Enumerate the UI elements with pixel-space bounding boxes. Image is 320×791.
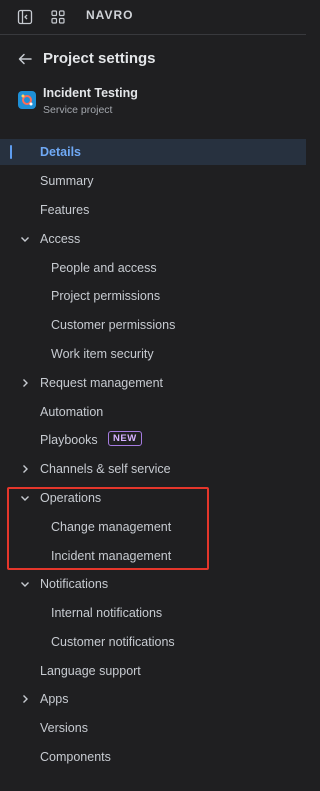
chevron-down-icon[interactable] <box>19 233 31 245</box>
nav-label: Language support <box>40 664 141 678</box>
sidebar-toggle-icon[interactable] <box>17 9 33 25</box>
nav-item-customer-notifications[interactable]: Customer notifications <box>0 629 306 655</box>
nav-item-internal-notifications[interactable]: Internal notifications <box>0 600 306 626</box>
nav-item-playbooks[interactable]: Playbooks NEW <box>0 427 306 453</box>
nav-label: Playbooks <box>40 433 98 447</box>
chevron-right-icon[interactable] <box>19 693 31 705</box>
nav-label: Automation <box>40 405 104 419</box>
project-header: Incident Testing Service project <box>0 84 306 118</box>
nav-item-features[interactable]: Features <box>0 197 306 223</box>
top-navigation-bar: NAVRO <box>0 0 306 35</box>
nav-item-customer-permissions[interactable]: Customer permissions <box>0 312 306 338</box>
nav-item-access[interactable]: Access <box>0 226 306 252</box>
settings-header: Project settings <box>0 48 306 70</box>
arrow-left-icon[interactable] <box>17 51 33 72</box>
nav-label: Versions <box>40 721 88 735</box>
page-title: Project settings <box>43 50 156 67</box>
chevron-down-icon[interactable] <box>19 578 31 590</box>
nav-item-versions[interactable]: Versions <box>0 715 306 741</box>
nav-label: People and access <box>51 261 157 275</box>
nav-item-request-management[interactable]: Request management <box>0 370 306 396</box>
nav-item-automation[interactable]: Automation <box>0 399 306 425</box>
chevron-right-icon[interactable] <box>19 463 31 475</box>
nav-item-work-item-security[interactable]: Work item security <box>0 341 306 367</box>
product-logo[interactable]: NAVRO <box>86 8 133 22</box>
nav-label: Apps <box>40 692 69 706</box>
nav-item-apps[interactable]: Apps <box>0 686 306 712</box>
nav-label: Request management <box>40 376 163 390</box>
new-badge: NEW <box>108 431 142 446</box>
nav-label: Channels & self service <box>40 462 171 476</box>
project-avatar <box>18 91 36 109</box>
nav-label: Project permissions <box>51 289 161 303</box>
nav-item-details[interactable]: Details <box>0 139 306 165</box>
app-switcher-icon[interactable] <box>50 9 66 25</box>
nav-label: Components <box>40 750 111 764</box>
nav-item-components[interactable]: Components <box>0 744 306 770</box>
nav-item-summary[interactable]: Summary <box>0 168 306 194</box>
nav-label: Work item security <box>51 347 154 361</box>
nav-label: Features <box>40 203 90 217</box>
nav-item-project-permissions[interactable]: Project permissions <box>0 283 306 309</box>
annotation-highlight-box <box>7 487 209 570</box>
nav-item-channels-self-service[interactable]: Channels & self service <box>0 456 306 482</box>
nav-label: Notifications <box>40 577 109 591</box>
chevron-right-icon[interactable] <box>19 377 31 389</box>
nav-item-people-and-access[interactable]: People and access <box>0 255 306 281</box>
nav-label: Customer permissions <box>51 318 176 332</box>
nav-label: Summary <box>40 174 94 188</box>
nav-label: Details <box>40 145 81 159</box>
nav-item-language-support[interactable]: Language support <box>0 658 306 684</box>
nav-label: Internal notifications <box>51 606 163 620</box>
nav-item-notifications[interactable]: Notifications <box>0 571 306 597</box>
project-name: Incident Testing <box>43 86 138 100</box>
nav-label: Customer notifications <box>51 635 175 649</box>
nav-label: Access <box>40 232 81 246</box>
active-indicator <box>10 145 12 159</box>
project-type: Service project <box>43 104 113 116</box>
